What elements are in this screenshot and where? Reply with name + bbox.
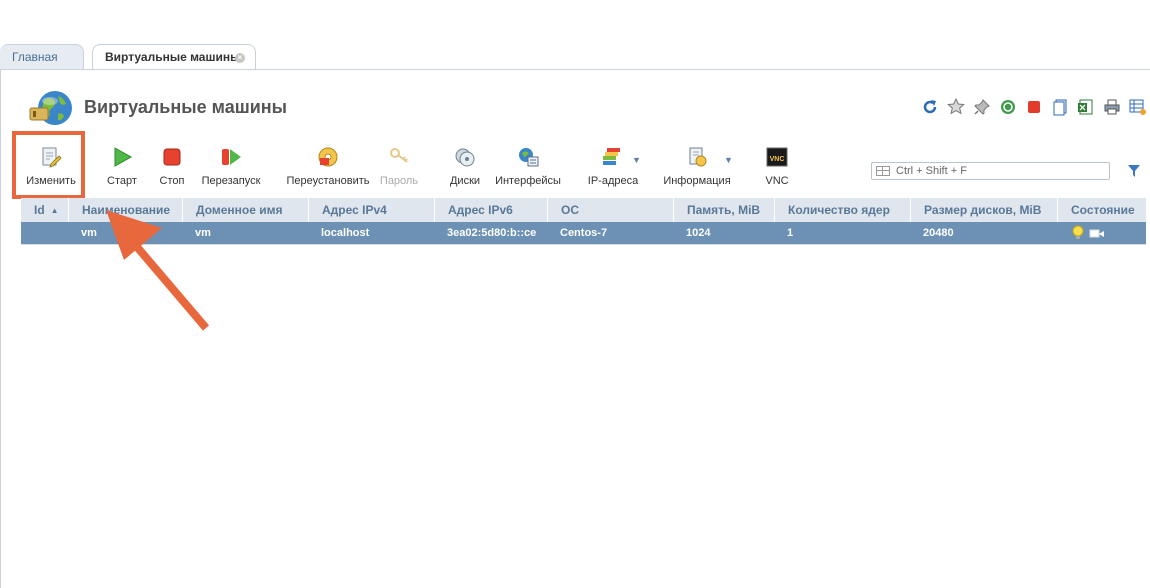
tab-bar: Главная Виртуальные машины ×: [0, 44, 1150, 70]
svg-text:VNC: VNC: [770, 156, 785, 163]
tab-virtual-machines[interactable]: Виртуальные машины ×: [92, 44, 256, 70]
key-icon: [390, 148, 408, 163]
print-icon[interactable]: [1103, 98, 1121, 116]
globe-server-icon: [29, 91, 72, 125]
start-button[interactable]: Старт: [102, 146, 142, 187]
column-cores[interactable]: Количество ядер: [774, 198, 910, 222]
column-label: ОС: [561, 203, 579, 217]
column-ipv4[interactable]: Адрес IPv4: [308, 198, 434, 222]
vnc-icon: VNC: [766, 147, 788, 167]
chevron-down-icon[interactable]: ▼: [632, 155, 641, 165]
info-button[interactable]: Информация: [662, 146, 732, 187]
copy-icon[interactable]: [1051, 98, 1069, 116]
cell-ipv4: localhost: [321, 227, 370, 239]
search-input[interactable]: [896, 164, 1106, 178]
network-icon: [519, 148, 539, 167]
filter-icon[interactable]: [1127, 164, 1141, 178]
info-label: Информация: [663, 175, 731, 187]
column-label: Память, MiB: [687, 203, 761, 217]
pin-icon[interactable]: [973, 98, 991, 116]
excel-icon[interactable]: [1077, 98, 1095, 116]
interfaces-label: Интерфейсы: [495, 175, 561, 187]
column-label: Адрес IPv6: [448, 203, 513, 217]
stop-red-icon[interactable]: [1025, 98, 1043, 116]
restart-icon: [222, 149, 241, 165]
restart-button[interactable]: Перезапуск: [199, 146, 263, 187]
table-settings-icon[interactable]: [1129, 98, 1147, 116]
ip-addresses-button[interactable]: IP-адреса: [584, 146, 642, 187]
column-id[interactable]: Id ▲: [21, 198, 68, 222]
column-ipv6[interactable]: Адрес IPv6: [434, 198, 547, 222]
column-state[interactable]: Состояние: [1057, 198, 1146, 222]
column-memory[interactable]: Память, MiB: [673, 198, 774, 222]
cell-disk-size: 20480: [923, 227, 954, 239]
edit-button-highlight: [12, 131, 85, 199]
tab-divider: [0, 69, 1150, 70]
reinstall-label: Переустановить: [286, 175, 370, 187]
column-disk-size[interactable]: Размер дисков, MiB: [910, 198, 1057, 222]
reinstall-button[interactable]: Переустановить: [285, 146, 371, 187]
start-label: Старт: [107, 175, 137, 187]
cell-cores: 1: [787, 227, 794, 239]
content-border: [0, 70, 1, 588]
lightbulb-icon: [1072, 225, 1084, 239]
interfaces-button[interactable]: Интерфейсы: [494, 146, 562, 187]
cell-ipv6: 3ea02:5d80:b::ce: [447, 227, 537, 239]
search-box[interactable]: [871, 162, 1110, 180]
disks-button[interactable]: Диски: [447, 146, 483, 187]
vnc-label: VNC: [765, 175, 789, 187]
vnc-button[interactable]: VNC VNC: [760, 146, 794, 187]
disks-label: Диски: [449, 175, 481, 187]
column-label: Количество ядер: [788, 203, 890, 217]
refresh-icon[interactable]: [921, 98, 939, 116]
info-icon: [689, 147, 707, 167]
ip-address-icon: [603, 148, 620, 165]
column-label: Состояние: [1071, 203, 1135, 217]
vm-state-icon: [1089, 229, 1104, 238]
globe-link-icon[interactable]: [999, 98, 1017, 116]
stop-button[interactable]: Стоп: [154, 146, 190, 187]
page-title: Виртуальные машины: [84, 97, 288, 117]
column-label: Id: [34, 203, 45, 217]
sort-asc-icon: ▲: [50, 206, 59, 215]
cell-state: [1057, 222, 1146, 244]
cell-os: Centos-7: [560, 227, 608, 239]
ip-addresses-label: IP-адреса: [587, 175, 639, 187]
tab-vms-label: Виртуальные машины: [105, 50, 241, 64]
close-icon[interactable]: ×: [235, 53, 245, 63]
column-label: Адрес IPv4: [322, 203, 387, 217]
password-button[interactable]: Пароль: [377, 146, 421, 187]
column-os[interactable]: ОС: [547, 198, 673, 222]
column-label: Размер дисков, MiB: [924, 203, 1042, 217]
restart-label: Перезапуск: [201, 175, 261, 187]
reinstall-icon: [318, 147, 338, 167]
cell-id: [21, 222, 68, 244]
annotation-arrow: [106, 210, 210, 331]
grid-icon: [876, 166, 890, 176]
disk-icon: [455, 148, 475, 167]
tab-main-label: Главная: [12, 50, 58, 64]
cell-memory: 1024: [686, 227, 711, 239]
chevron-down-icon[interactable]: ▼: [724, 155, 733, 165]
tab-main[interactable]: Главная: [0, 44, 84, 69]
stop-icon: [163, 148, 181, 166]
star-icon[interactable]: [947, 98, 965, 116]
password-label: Пароль: [379, 175, 419, 187]
play-icon: [114, 147, 133, 167]
stop-label: Стоп: [159, 175, 185, 187]
